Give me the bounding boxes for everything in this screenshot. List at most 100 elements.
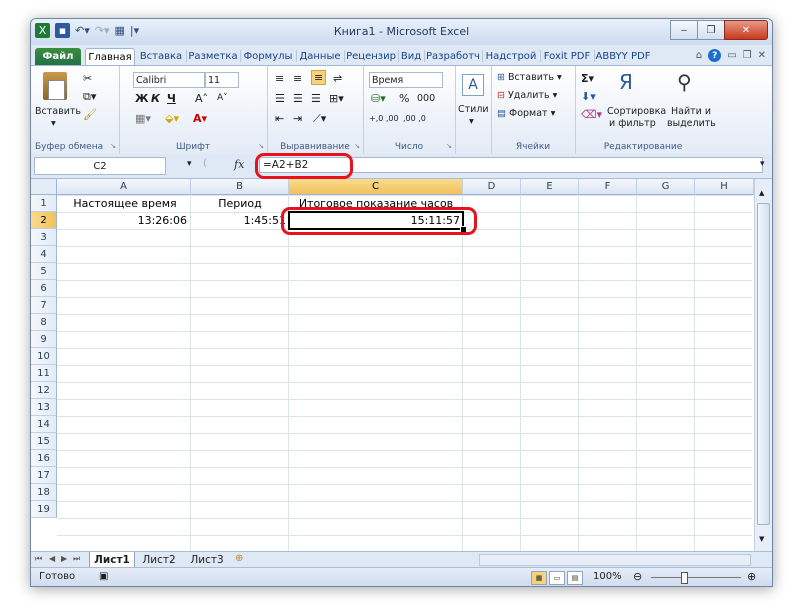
font-size-combo[interactable]: 11: [205, 72, 239, 88]
paste-icon[interactable]: [43, 72, 67, 100]
help-icon[interactable]: ?: [708, 49, 722, 62]
decrease-decimal-button[interactable]: ,00 ,0: [403, 114, 426, 123]
tab-abbyy-pdf[interactable]: ABBYY PDF: [595, 48, 651, 65]
sort-filter-button[interactable]: Сортировка: [607, 106, 666, 117]
fill-icon[interactable]: ⬇▾: [581, 90, 596, 103]
find-select-button[interactable]: Найти и: [671, 106, 711, 117]
orientation-icon[interactable]: ⟋▾: [313, 112, 326, 126]
next-sheet-icon[interactable]: ▶: [61, 554, 67, 563]
row-header-2[interactable]: 2: [31, 212, 57, 229]
percent-button[interactable]: %: [399, 92, 409, 105]
tab-insert[interactable]: Вставка: [137, 48, 185, 65]
select-all-button[interactable]: [31, 179, 57, 195]
clipboard-launcher-icon[interactable]: ↘: [110, 142, 116, 150]
tab-addins[interactable]: Надстрой: [483, 48, 539, 65]
wrap-text-icon[interactable]: ⇌: [333, 72, 342, 85]
borders-icon[interactable]: ▦▾: [135, 112, 151, 125]
row-header-5[interactable]: 5: [31, 263, 57, 280]
tab-file[interactable]: Файл: [35, 48, 81, 65]
cell-area[interactable]: [57, 195, 752, 551]
page-layout-view-button[interactable]: ▭: [549, 571, 565, 585]
page-break-view-button[interactable]: ▤: [567, 571, 583, 585]
increase-indent-icon[interactable]: ⇥: [293, 112, 302, 125]
restore-button[interactable]: ❐: [697, 20, 725, 40]
find-select-icon[interactable]: ⚲: [677, 70, 692, 94]
delete-cells-button[interactable]: ⊟ Удалить ▾: [497, 90, 557, 101]
sheet-tab-1[interactable]: Лист1: [89, 552, 135, 568]
row-header-11[interactable]: 11: [31, 365, 57, 382]
insert-function-button[interactable]: fx: [234, 158, 244, 171]
last-sheet-icon[interactable]: ⏭: [73, 554, 80, 564]
shrink-font-button[interactable]: A˅: [217, 93, 228, 103]
row-header-18[interactable]: 18: [31, 484, 57, 501]
tab-page-layout[interactable]: Разметка: [187, 48, 239, 65]
minimize-button[interactable]: ‒: [670, 20, 698, 40]
styles-icon[interactable]: A: [462, 74, 484, 96]
tab-view[interactable]: Вид: [399, 48, 423, 65]
find-select-button-line2[interactable]: выделить: [667, 118, 716, 129]
cell-a1[interactable]: Настоящее время: [61, 195, 189, 212]
minimize-workbook-icon[interactable]: ▭: [727, 50, 736, 61]
cell-a2[interactable]: 13:26:06: [57, 212, 187, 229]
normal-view-button[interactable]: ▦: [531, 571, 547, 585]
clear-icon[interactable]: ⌫▾: [581, 108, 602, 121]
row-header-4[interactable]: 4: [31, 246, 57, 263]
align-right-icon[interactable]: ☰: [311, 92, 321, 105]
close-button[interactable]: ✕: [724, 20, 768, 40]
format-painter-icon[interactable]: 🖌: [83, 108, 97, 121]
insert-sheet-icon[interactable]: ⊕: [235, 553, 243, 564]
tab-foxit-pdf[interactable]: Foxit PDF: [541, 48, 593, 65]
column-header-f[interactable]: F: [579, 179, 637, 195]
row-header-19[interactable]: 19: [31, 501, 57, 518]
grow-font-button[interactable]: A˄: [195, 92, 208, 105]
column-header-h[interactable]: H: [695, 179, 754, 195]
tab-formulas[interactable]: Формулы: [241, 48, 295, 65]
font-launcher-icon[interactable]: ↘: [258, 142, 264, 150]
row-header-14[interactable]: 14: [31, 416, 57, 433]
tab-data[interactable]: Данные: [297, 48, 343, 65]
insert-cells-button[interactable]: ⊞ Вставить ▾: [497, 72, 562, 83]
zoom-in-icon[interactable]: ⊕: [747, 570, 756, 583]
tab-developer[interactable]: Разработч: [425, 48, 481, 65]
alignment-launcher-icon[interactable]: ↘: [354, 142, 360, 150]
cut-icon[interactable]: ✂: [83, 72, 92, 85]
cell-b2[interactable]: 1:45:51: [191, 212, 286, 229]
macro-record-icon[interactable]: ▣: [99, 571, 108, 582]
scroll-up-icon[interactable]: ▲: [759, 189, 764, 197]
column-header-b[interactable]: B: [191, 179, 289, 195]
row-header-7[interactable]: 7: [31, 297, 57, 314]
close-workbook-icon[interactable]: ✕: [758, 50, 766, 61]
row-header-12[interactable]: 12: [31, 382, 57, 399]
column-header-a[interactable]: A: [57, 179, 191, 195]
sort-filter-icon[interactable]: Я: [619, 70, 633, 94]
row-header-17[interactable]: 17: [31, 467, 57, 484]
font-color-icon[interactable]: A▾: [193, 112, 207, 125]
fill-color-icon[interactable]: ⬙▾: [165, 112, 179, 125]
align-top-icon[interactable]: ≡: [275, 72, 284, 85]
number-launcher-icon[interactable]: ↘: [446, 142, 452, 150]
column-header-c[interactable]: C: [289, 179, 463, 195]
prev-sheet-icon[interactable]: ◀: [49, 554, 55, 563]
row-header-8[interactable]: 8: [31, 314, 57, 331]
underline-button[interactable]: Ч: [167, 92, 176, 105]
column-header-g[interactable]: G: [637, 179, 695, 195]
collapse-ribbon-icon[interactable]: ⌂: [696, 50, 702, 61]
sort-filter-button-line2[interactable]: и фильтр: [609, 118, 656, 129]
align-bottom-icon[interactable]: ≡: [311, 70, 327, 85]
copy-icon[interactable]: ⧉▾: [83, 90, 96, 104]
expand-formula-bar-icon[interactable]: ▾: [760, 159, 765, 169]
decrease-indent-icon[interactable]: ⇤: [275, 112, 284, 125]
cell-b1[interactable]: Период: [191, 195, 289, 212]
row-header-13[interactable]: 13: [31, 399, 57, 416]
bold-button[interactable]: Ж: [135, 92, 148, 105]
zoom-slider-knob[interactable]: [681, 572, 688, 584]
tab-review[interactable]: Рецензир: [345, 48, 397, 65]
increase-decimal-button[interactable]: +,0 ,00: [369, 114, 399, 123]
row-header-3[interactable]: 3: [31, 229, 57, 246]
italic-button[interactable]: К: [151, 92, 160, 105]
name-box[interactable]: C2: [34, 157, 166, 175]
first-sheet-icon[interactable]: ⏮: [35, 554, 42, 564]
paste-button[interactable]: Вставить: [35, 106, 81, 117]
row-header-1[interactable]: 1: [31, 195, 57, 212]
row-header-9[interactable]: 9: [31, 331, 57, 348]
